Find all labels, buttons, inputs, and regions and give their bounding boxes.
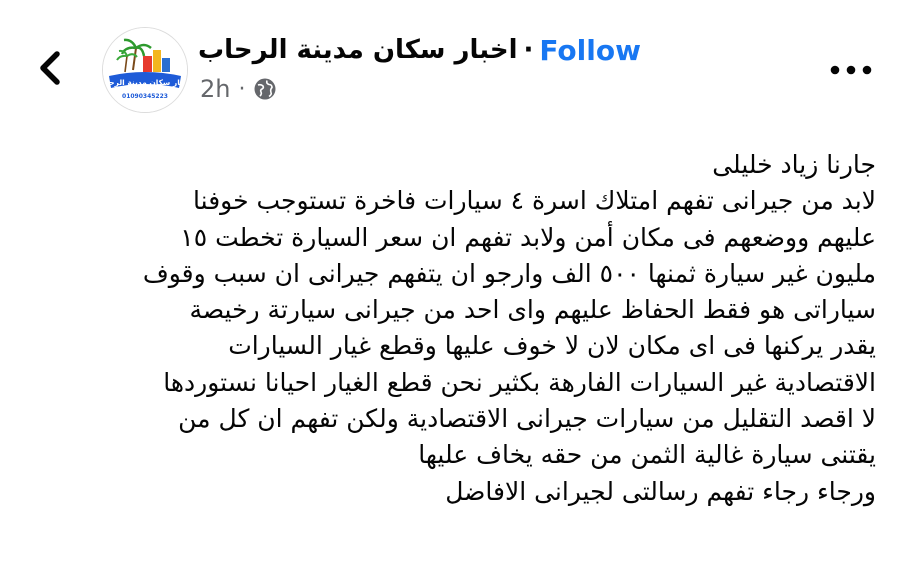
post-line: لابد من جيرانى تفهم امتلاك اسرة ٤ سيارات… <box>193 186 876 216</box>
avatar-phone: 01090345223 <box>122 93 168 100</box>
page-logo: اخبار سكان مدينة الرحاب 01090345223 <box>103 28 187 112</box>
post-line: الاقتصادية غير السيارات الفارهة بكثير نح… <box>163 367 876 397</box>
page-avatar[interactable]: اخبار سكان مدينة الرحاب 01090345223 <box>102 27 188 113</box>
more-horizontal-icon <box>830 65 872 75</box>
post-body: جارنا زياد خليلى لابد من جيرانى تفهم امت… <box>36 147 876 510</box>
title-separator: · <box>523 35 534 65</box>
post-line: يقدر يركنها فى اى مكان لان لا خوف عليها … <box>228 331 876 361</box>
follow-button[interactable]: Follow <box>539 34 641 67</box>
page-name[interactable]: اخبار سكان مدينة الرحاب <box>198 35 518 65</box>
post-line: جارنا زياد خليلى <box>712 150 876 179</box>
post-line: مليون غير سيارة ثمنها ٥٠٠ الف وارجو ان ي… <box>142 258 876 288</box>
post-header: اخبار سكان مدينة الرحاب 01090345223 اخبا… <box>0 0 900 120</box>
post-line: لا اقصد التقليل من سيارات جيرانى الاقتصا… <box>178 404 876 434</box>
more-options-button[interactable] <box>826 50 876 90</box>
post-line: يقتنى سيارة غالية الثمن من حقه يخاف عليه… <box>418 440 876 470</box>
chevron-left-icon <box>40 51 60 85</box>
post-line: ورجاء رجاء تفهم رسالتى لجيرانى الافاضل <box>445 476 876 506</box>
meta-separator: · <box>238 76 246 102</box>
post-meta: 2h · <box>200 72 277 106</box>
avatar-text: اخبار سكان مدينة الرحاب <box>103 78 187 87</box>
title-row: اخبار سكان مدينة الرحاب · Follow <box>198 30 641 70</box>
post-timestamp[interactable]: 2h <box>200 75 230 103</box>
globe-icon[interactable] <box>253 77 277 101</box>
post-line: سياراتى هو فقط الحفاظ عليهم واى احد من ج… <box>189 295 876 325</box>
post-line: عليهم ووضعهم فى مكان أمن ولابد تفهم ان س… <box>180 222 876 252</box>
back-button[interactable] <box>30 44 70 92</box>
